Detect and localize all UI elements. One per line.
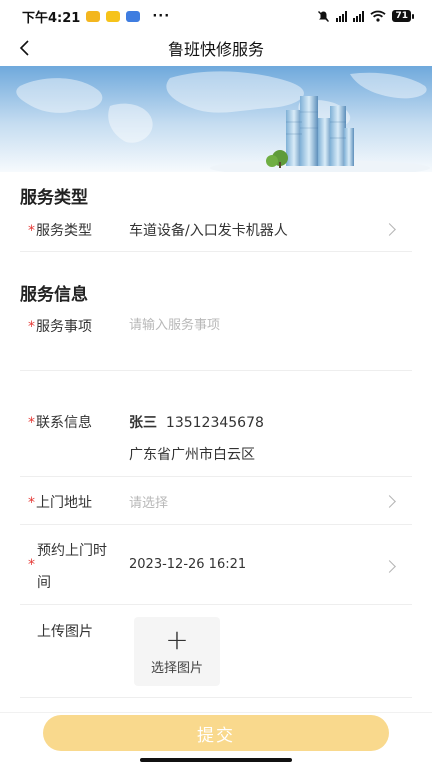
back-button[interactable] bbox=[12, 36, 36, 60]
wifi-icon bbox=[370, 10, 387, 22]
status-bar: 下午4:21 ··· 71 bbox=[0, 0, 432, 32]
status-time: 下午4:21 bbox=[22, 10, 81, 26]
required-mark: * bbox=[28, 223, 35, 239]
signal-icon bbox=[353, 10, 365, 22]
address-label: *上门地址 bbox=[28, 495, 92, 511]
contact-info-row[interactable]: *联系信息 张三 13512345678 广东省广州市白云区 bbox=[20, 397, 412, 477]
service-item-label: *服务事项 bbox=[28, 319, 92, 335]
back-arrow-icon bbox=[19, 40, 29, 56]
battery-icon: 71 bbox=[392, 10, 414, 22]
chevron-right-icon bbox=[383, 495, 396, 508]
section-title-service-info: 服务信息 bbox=[20, 285, 88, 305]
required-mark: * bbox=[28, 319, 35, 335]
contact-region: 广东省广州市白云区 bbox=[129, 447, 255, 463]
mute-icon bbox=[318, 10, 330, 22]
page-title: 鲁班快修服务 bbox=[167, 40, 264, 59]
service-item-input[interactable]: 请输入服务事项 bbox=[129, 314, 220, 333]
nav-bar: 鲁班快修服务 bbox=[0, 32, 432, 64]
service-item-field[interactable]: *服务事项 请输入服务事项 bbox=[20, 305, 412, 371]
contact-info-label: *联系信息 bbox=[28, 415, 92, 431]
footer-divider bbox=[0, 712, 432, 713]
contact-name-phone: 张三 13512345678 bbox=[129, 412, 264, 432]
service-type-select[interactable]: *服务类型 车道设备/入口发卡机器人 bbox=[20, 208, 412, 252]
section-title-service-type: 服务类型 bbox=[20, 188, 88, 208]
service-type-label: *服务类型 bbox=[28, 223, 92, 239]
more-notifications-icon: ··· bbox=[152, 8, 171, 24]
app-notification-icon bbox=[126, 10, 141, 22]
contact-name: 张三 bbox=[129, 415, 157, 431]
upload-image-label: 上传图片 bbox=[37, 624, 93, 640]
appointment-label-line1: 预约上门时 bbox=[37, 543, 107, 559]
contact-phone: 13512345678 bbox=[165, 415, 264, 431]
select-image-label: 选择图片 bbox=[150, 661, 203, 676]
submit-button[interactable]: 提交 bbox=[43, 715, 389, 751]
required-mark: * bbox=[28, 495, 35, 511]
appointment-time-value: 2023-12-26 16:21 bbox=[129, 557, 247, 572]
plus-icon: + bbox=[165, 623, 189, 656]
appointment-label-line2: 间 bbox=[37, 575, 51, 591]
chevron-right-icon bbox=[383, 223, 396, 236]
address-placeholder: 请选择 bbox=[129, 496, 169, 511]
chevron-right-icon bbox=[383, 560, 396, 573]
app-notification-icon bbox=[86, 10, 101, 22]
select-image-button[interactable]: + 选择图片 bbox=[134, 617, 220, 686]
signal-icon bbox=[336, 10, 348, 22]
address-select[interactable]: *上门地址 请选择 bbox=[20, 477, 412, 525]
required-mark: * bbox=[28, 415, 35, 431]
banner-image bbox=[0, 66, 432, 172]
service-type-value: 车道设备/入口发卡机器人 bbox=[129, 223, 288, 239]
home-indicator[interactable] bbox=[140, 758, 292, 762]
battery-level: 71 bbox=[392, 10, 411, 22]
appointment-time-select[interactable]: 预约上门时 * 间 2023-12-26 16:21 bbox=[20, 525, 412, 605]
required-mark: * bbox=[28, 557, 35, 573]
app-notification-icon bbox=[106, 10, 121, 22]
